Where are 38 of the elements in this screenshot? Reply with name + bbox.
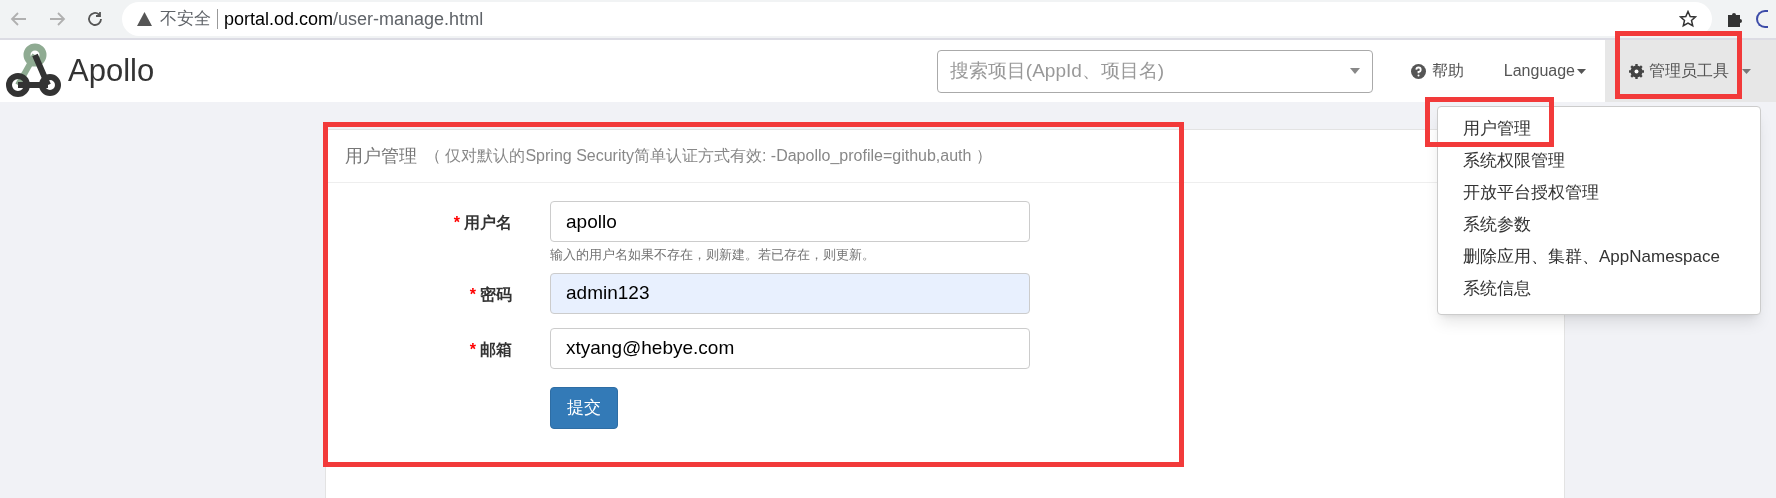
- reload-icon[interactable]: [86, 10, 104, 28]
- menu-item[interactable]: 系统信息: [1438, 273, 1760, 305]
- input-field[interactable]: xtyang@hebye.com: [550, 327, 1030, 369]
- input-field[interactable]: apollo: [550, 201, 1030, 242]
- field-label: 邮箱: [480, 340, 512, 358]
- language-menu[interactable]: Language: [1503, 59, 1586, 83]
- caret-icon: [1349, 68, 1360, 74]
- caret-icon: [1577, 68, 1586, 74]
- star-icon[interactable]: [1679, 10, 1697, 28]
- security-label: 不安全: [160, 8, 211, 31]
- submit-button[interactable]: 提交: [550, 386, 618, 429]
- settings-icon: [1629, 63, 1644, 79]
- panel-title: 用户管理: [345, 144, 417, 168]
- separator-bar: [217, 9, 218, 29]
- field-label: 密码: [480, 285, 512, 303]
- caret-icon: [1742, 68, 1751, 74]
- input-field[interactable]: admin123: [550, 272, 1030, 314]
- required-mark: *: [469, 340, 476, 358]
- menu-item[interactable]: 开放平台授权管理: [1438, 177, 1760, 209]
- logo-icon: [4, 43, 64, 99]
- menu-item[interactable]: 删除应用、集群、AppNamespace: [1438, 241, 1760, 273]
- url-text: portal.od.com/user-manage.html: [224, 7, 484, 31]
- menu-item[interactable]: 用户管理: [1438, 113, 1760, 145]
- field-label: 用户名: [464, 214, 512, 231]
- help-text: 输入的用户名如果不存在，则新建。若已存在，则更新。: [550, 246, 876, 264]
- puzzle-icon[interactable]: [1726, 10, 1744, 28]
- menu-item[interactable]: 系统权限管理: [1438, 145, 1760, 177]
- menu-item[interactable]: 系统参数: [1438, 209, 1760, 241]
- address-bar[interactable]: 不安全 portal.od.com/user-manage.html: [122, 2, 1712, 36]
- panel-note: （ 仅对默认的Spring Security简单认证方式有效: -Dapollo_profile=github,auth ）: [425, 146, 992, 166]
- search-placeholder: 搜索项目(AppId、项目名): [949, 58, 1165, 83]
- brand-name: Apollo: [68, 51, 155, 90]
- warning-icon: [137, 12, 152, 26]
- help-icon: [1410, 63, 1426, 79]
- profile-icon[interactable]: [1756, 10, 1768, 28]
- help-link[interactable]: 帮助: [1410, 59, 1464, 83]
- required-mark: *: [469, 285, 476, 303]
- required-mark: *: [453, 214, 460, 231]
